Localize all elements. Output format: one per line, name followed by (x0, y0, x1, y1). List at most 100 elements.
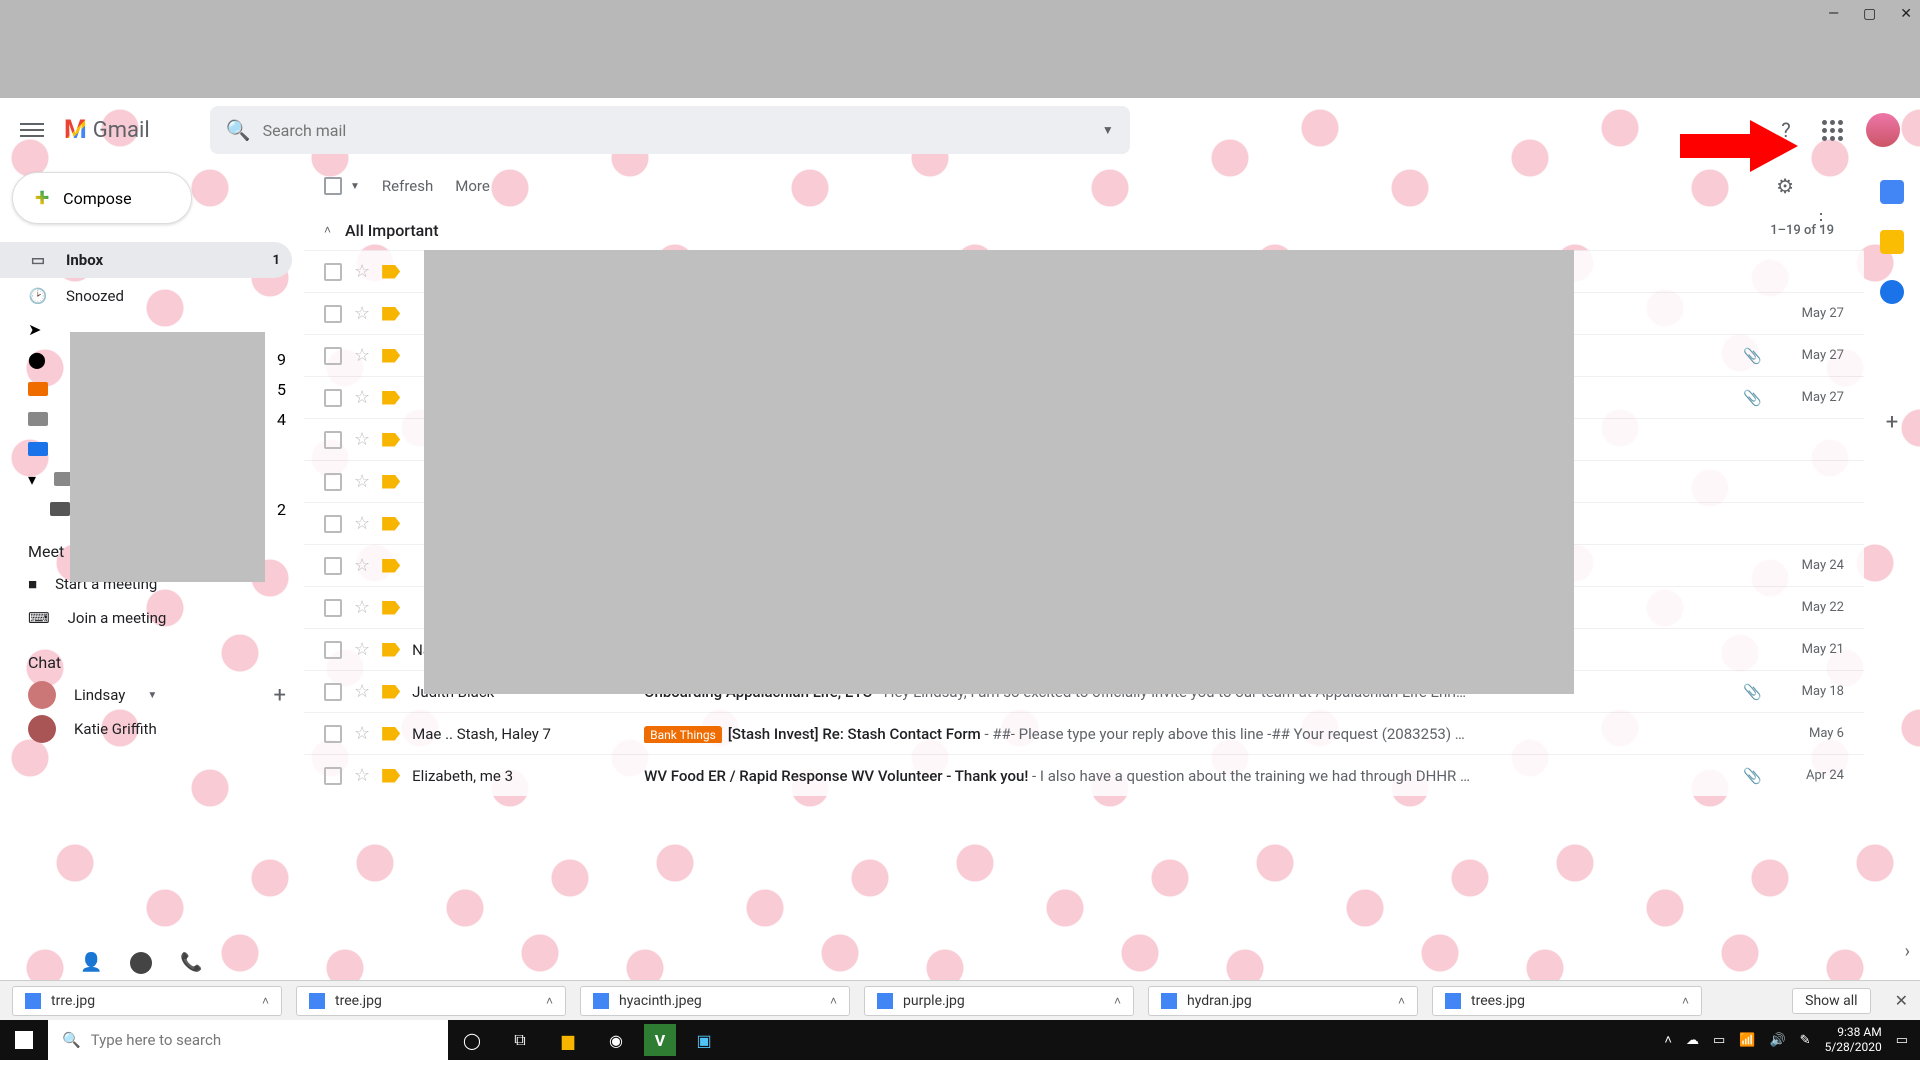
battery-icon[interactable]: ▭ (1713, 1033, 1725, 1048)
important-icon[interactable] (382, 265, 400, 279)
download-chip[interactable]: trees.jpg˄ (1432, 986, 1702, 1016)
mail-row[interactable]: ☆Elizabeth, me 3WV Food ER / Rapid Respo… (304, 754, 1864, 796)
hangouts-icon[interactable] (130, 952, 152, 974)
taskbar-search[interactable]: 🔍 Type here to search (48, 1020, 448, 1060)
app-v-icon[interactable]: V (644, 1024, 676, 1056)
section-header[interactable]: ˄ All Important 1–19 of 19 ⋮ (304, 210, 1864, 250)
chrome-icon[interactable]: ◉ (592, 1020, 640, 1060)
important-icon[interactable] (382, 601, 400, 615)
add-chat-icon[interactable]: + (274, 683, 286, 708)
photos-icon[interactable]: ▣ (680, 1020, 728, 1060)
gmail-logo[interactable]: M Gmail (64, 115, 150, 145)
downloads-close-icon[interactable]: ✕ (1895, 991, 1908, 1010)
chevron-up-icon[interactable]: ˄ (1398, 994, 1405, 1008)
sidebar-item-inbox[interactable]: ▭ Inbox 1 (0, 242, 292, 278)
important-icon[interactable] (382, 559, 400, 573)
window-maximize[interactable]: ▢ (1863, 6, 1876, 22)
row-checkbox[interactable] (324, 347, 342, 365)
row-checkbox[interactable] (324, 683, 342, 701)
tray-chevron-icon[interactable]: ˄ (1664, 1032, 1672, 1048)
chevron-down-icon[interactable]: ▼ (147, 690, 157, 701)
chat-user-1[interactable]: Katie Griffith (0, 712, 304, 746)
action-center-icon[interactable]: ▭ (1896, 1033, 1908, 1048)
search-bar[interactable]: 🔍 ▼ (210, 106, 1130, 154)
star-icon[interactable]: ☆ (354, 345, 370, 366)
person-icon[interactable]: 👤 (80, 952, 102, 974)
important-icon[interactable] (382, 349, 400, 363)
important-icon[interactable] (382, 769, 400, 783)
show-all-downloads[interactable]: Show all (1792, 988, 1870, 1014)
star-icon[interactable]: ☆ (354, 429, 370, 450)
chevron-up-icon[interactable]: ˄ (546, 994, 553, 1008)
account-avatar[interactable] (1866, 113, 1900, 147)
tasks-icon[interactable] (1880, 280, 1904, 304)
star-icon[interactable]: ☆ (354, 471, 370, 492)
volume-icon[interactable]: 🔊 (1769, 1033, 1785, 1048)
row-checkbox[interactable] (324, 263, 342, 281)
sidebar-item-snoozed[interactable]: 🕑 Snoozed (0, 278, 292, 314)
star-icon[interactable]: ☆ (354, 555, 370, 576)
row-checkbox[interactable] (324, 305, 342, 323)
row-checkbox[interactable] (324, 515, 342, 533)
wifi-icon[interactable]: 📶 (1739, 1033, 1755, 1048)
important-icon[interactable] (382, 643, 400, 657)
keep-icon[interactable] (1880, 230, 1904, 254)
chevron-up-icon[interactable]: ˄ (1682, 994, 1689, 1008)
star-icon[interactable]: ☆ (354, 723, 370, 744)
chevron-up-icon[interactable]: ˄ (262, 994, 269, 1008)
download-chip[interactable]: purple.jpg˄ (864, 986, 1134, 1016)
google-apps-icon[interactable] (1820, 118, 1844, 142)
star-icon[interactable]: ☆ (354, 765, 370, 786)
important-icon[interactable] (382, 475, 400, 489)
select-all-checkbox[interactable] (324, 177, 342, 195)
start-button[interactable] (0, 1020, 48, 1060)
chevron-up-icon[interactable]: ˄ (830, 994, 837, 1008)
important-icon[interactable] (382, 685, 400, 699)
important-icon[interactable] (382, 727, 400, 741)
row-checkbox[interactable] (324, 767, 342, 785)
taskbar-clock[interactable]: 9:38 AM 5/28/2020 (1825, 1025, 1882, 1055)
important-icon[interactable] (382, 517, 400, 531)
calendar-icon[interactable] (1880, 180, 1904, 204)
download-chip[interactable]: trre.jpg˄ (12, 986, 282, 1016)
search-options-icon[interactable]: ▼ (1102, 123, 1114, 137)
mail-label[interactable]: Bank Things (644, 726, 722, 743)
onedrive-icon[interactable]: ☁ (1686, 1033, 1699, 1048)
download-chip[interactable]: tree.jpg˄ (296, 986, 566, 1016)
section-more-icon[interactable]: ⋮ (1812, 210, 1830, 231)
important-icon[interactable] (382, 433, 400, 447)
addons-plus-icon[interactable]: + (1886, 410, 1898, 435)
main-menu-icon[interactable] (20, 118, 44, 142)
row-checkbox[interactable] (324, 599, 342, 617)
window-minimize[interactable]: — (1828, 6, 1839, 22)
chevron-up-icon[interactable]: ˄ (324, 223, 331, 237)
row-checkbox[interactable] (324, 557, 342, 575)
settings-icon[interactable]: ⚙ (1776, 174, 1794, 198)
ime-icon[interactable]: ✎ (1800, 1033, 1811, 1048)
star-icon[interactable]: ☆ (354, 597, 370, 618)
phone-icon[interactable]: 📞 (180, 952, 202, 974)
side-panel-toggle-icon[interactable]: › (1905, 941, 1910, 962)
important-icon[interactable] (382, 391, 400, 405)
search-icon[interactable]: 🔍 (226, 118, 251, 142)
task-view-icon[interactable]: ⧉ (496, 1020, 544, 1060)
star-icon[interactable]: ☆ (354, 261, 370, 282)
row-checkbox[interactable] (324, 431, 342, 449)
star-icon[interactable]: ☆ (354, 681, 370, 702)
chevron-up-icon[interactable]: ˄ (1114, 994, 1121, 1008)
download-chip[interactable]: hydran.jpg˄ (1148, 986, 1418, 1016)
star-icon[interactable]: ☆ (354, 303, 370, 324)
row-checkbox[interactable] (324, 389, 342, 407)
window-close[interactable]: ✕ (1900, 6, 1912, 22)
star-icon[interactable]: ☆ (354, 387, 370, 408)
select-dropdown-icon[interactable]: ▼ (350, 181, 360, 192)
cortana-icon[interactable]: ◯ (448, 1020, 496, 1060)
download-chip[interactable]: hyacinth.jpeg˄ (580, 986, 850, 1016)
important-icon[interactable] (382, 307, 400, 321)
mail-row[interactable]: ☆Mae .. Stash, Haley 7Bank Things[Stash … (304, 712, 1864, 754)
row-checkbox[interactable] (324, 641, 342, 659)
refresh-button[interactable]: Refresh (382, 177, 433, 195)
chat-user-0[interactable]: Lindsay ▼ + (0, 678, 304, 712)
star-icon[interactable]: ☆ (354, 639, 370, 660)
star-icon[interactable]: ☆ (354, 513, 370, 534)
